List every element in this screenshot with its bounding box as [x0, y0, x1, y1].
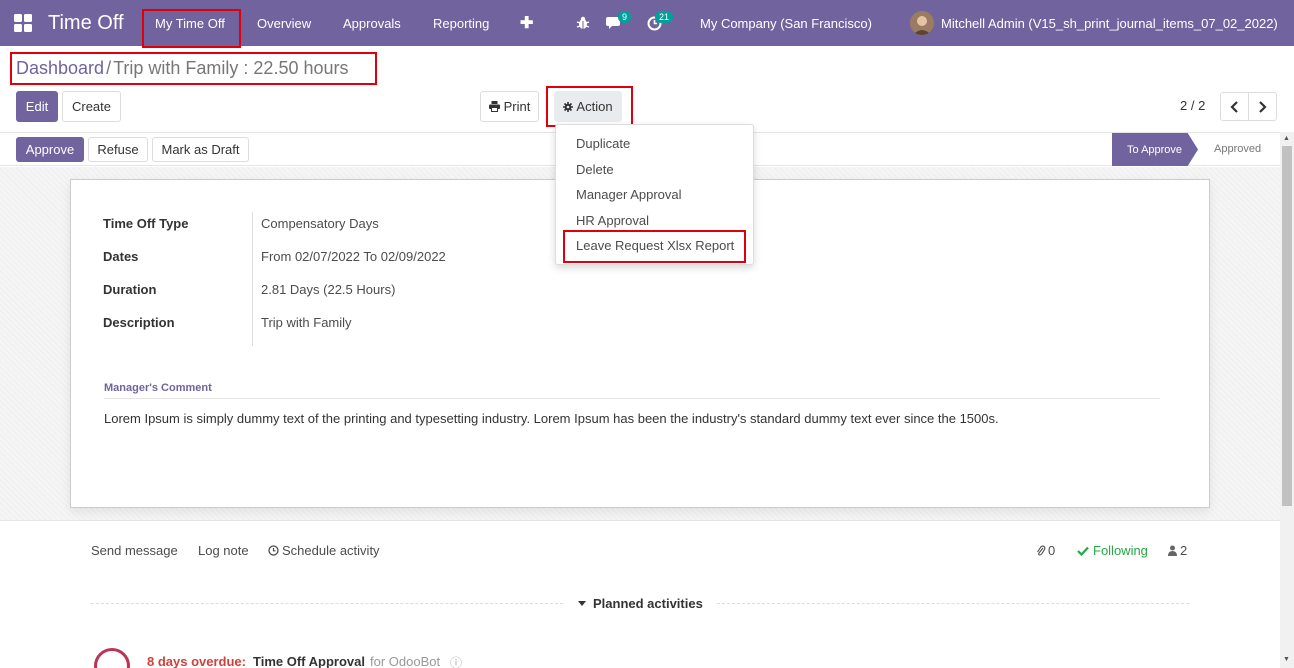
edit-button[interactable]: Edit	[16, 91, 58, 122]
caret-down-icon	[578, 601, 586, 606]
overdue-label: 8 days overdue:	[147, 654, 246, 668]
print-label: Print	[503, 99, 531, 114]
page-scrollbar[interactable]: ▲ ▼	[1280, 132, 1294, 668]
dates-label: Dates	[103, 249, 139, 264]
comment-separator	[104, 398, 1160, 399]
log-note-button[interactable]: Log note	[198, 543, 249, 558]
printer-icon	[488, 101, 500, 112]
menu-item-manager-approval[interactable]: Manager Approval	[576, 187, 682, 202]
scroll-thumb[interactable]	[1282, 146, 1292, 506]
menu-my-time-off[interactable]: My Time Off	[155, 0, 225, 46]
pager-previous-button[interactable]	[1220, 92, 1249, 121]
time-off-type-value[interactable]: Compensatory Days	[261, 216, 379, 231]
following-button[interactable]: Following	[1077, 543, 1148, 558]
description-value: Trip with Family	[261, 315, 352, 330]
duration-value: 2.81 Days (22.5 Hours)	[261, 282, 396, 297]
activity-title: Time Off Approval	[253, 654, 365, 668]
scroll-up-icon[interactable]: ▲	[1283, 135, 1290, 142]
chevron-left-icon	[1230, 100, 1239, 113]
create-button[interactable]: Create	[62, 91, 121, 122]
menu-approvals[interactable]: Approvals	[343, 0, 401, 46]
following-label: Following	[1093, 543, 1148, 558]
followers-button[interactable]: 2	[1168, 543, 1187, 558]
info-icon[interactable]: ⓘ	[450, 654, 462, 668]
gear-icon	[563, 101, 574, 112]
menu-item-duplicate[interactable]: Duplicate	[576, 136, 630, 151]
clock-icon	[268, 545, 279, 556]
duration-label: Duration	[103, 282, 157, 297]
breadcrumb-separator: /	[106, 58, 112, 78]
schedule-activity-button[interactable]: Schedule activity	[268, 543, 380, 558]
refuse-button[interactable]: Refuse	[88, 137, 148, 162]
chat-icon[interactable]	[606, 0, 622, 46]
app-title[interactable]: Time Off	[48, 0, 124, 46]
breadcrumb: Dashboard / Trip with Family : 22.50 hours	[16, 58, 349, 79]
planned-activities-toggle[interactable]: Planned activities	[578, 596, 703, 611]
menu-reporting[interactable]: Reporting	[433, 0, 489, 46]
menu-item-leave-request-xlsx-report[interactable]: Leave Request Xlsx Report	[576, 238, 734, 253]
chevron-right-icon	[1258, 100, 1267, 113]
attachments-button[interactable]: 0	[1036, 543, 1055, 558]
print-button[interactable]: Print	[480, 91, 539, 122]
description-label: Description	[103, 315, 175, 330]
planned-divider-left	[91, 603, 563, 604]
managers-comment-text: Lorem Ipsum is simply dummy text of the …	[104, 411, 999, 426]
new-menu-plus-icon[interactable]: ✚	[520, 0, 533, 46]
dates-value: From 02/07/2022 To 02/09/2022	[261, 249, 446, 264]
breadcrumb-current: Trip with Family : 22.50 hours	[113, 58, 349, 78]
pager-value[interactable]: 2 / 2	[1180, 98, 1205, 113]
top-navbar: Time Off My Time Off Overview Approvals …	[0, 0, 1294, 46]
mark-as-draft-button[interactable]: Mark as Draft	[152, 137, 249, 162]
field-divider	[252, 212, 253, 346]
planned-divider-right	[717, 603, 1189, 604]
planned-activities-title: Planned activities	[593, 596, 703, 611]
send-message-button[interactable]: Send message	[91, 543, 178, 558]
chat-badge: 9	[618, 11, 632, 23]
company-switcher[interactable]: My Company (San Francisco)	[700, 0, 872, 46]
followers-count: 2	[1180, 543, 1188, 558]
bug-icon[interactable]	[576, 0, 590, 46]
activity-badge: 21	[655, 11, 674, 23]
approve-button[interactable]: Approve	[16, 137, 84, 162]
user-avatar[interactable]	[910, 11, 934, 35]
check-icon	[1077, 546, 1089, 556]
time-off-type-label: Time Off Type	[103, 216, 189, 231]
activity-assignee: for OdooBot	[370, 654, 441, 668]
scroll-down-icon[interactable]: ▼	[1283, 656, 1290, 663]
activity-avatar	[94, 648, 130, 668]
menu-item-hr-approval[interactable]: HR Approval	[576, 213, 649, 228]
managers-comment-label: Manager's Comment	[104, 382, 212, 394]
user-icon	[1168, 545, 1177, 556]
apps-menu-icon[interactable]	[14, 0, 34, 46]
action-dropdown-menu: Duplicate Delete Manager Approval HR App…	[555, 124, 754, 265]
user-menu[interactable]: Mitchell Admin (V15_sh_print_journal_ite…	[941, 0, 1278, 46]
stage-approved[interactable]: Approved	[1214, 143, 1261, 155]
paperclip-icon	[1036, 544, 1046, 557]
action-label: Action	[576, 99, 613, 114]
action-button[interactable]: Action	[554, 91, 622, 122]
pager-next-button[interactable]	[1248, 92, 1277, 121]
stage-to-approve: To Approve	[1112, 133, 1198, 166]
menu-item-delete[interactable]: Delete	[576, 162, 614, 177]
menu-overview[interactable]: Overview	[257, 0, 311, 46]
breadcrumb-dashboard-link[interactable]: Dashboard	[16, 58, 104, 78]
attachments-count: 0	[1048, 543, 1056, 558]
clock-activity-icon[interactable]	[647, 0, 662, 46]
schedule-activity-label: Schedule activity	[282, 543, 380, 558]
